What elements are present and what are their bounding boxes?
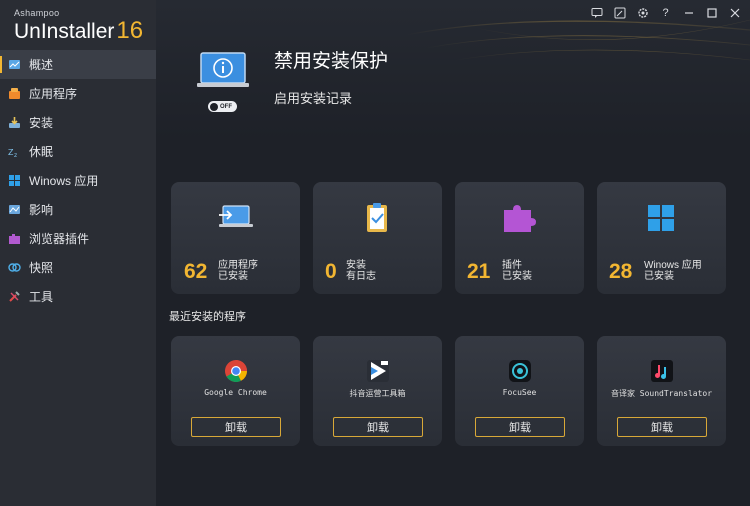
music-note-icon — [651, 360, 673, 382]
stat-label: 应用程序 已安装 — [218, 260, 258, 282]
sidebar-nav: 概述 应用程序 安装 Zz 休眠 Winows 应用 影响 浏览器插件 快照 工… — [0, 50, 156, 311]
settings-icon[interactable] — [635, 5, 650, 20]
stat-card-installs[interactable]: 0 安装 有日志 — [313, 182, 442, 294]
sidebar-item-label: 安装 — [29, 116, 54, 130]
brand-product: UnInstaller — [14, 20, 115, 43]
sleep-icon: Zz — [8, 145, 21, 158]
laptop-icon — [219, 205, 253, 227]
stat-label: Winows 应用 已安装 — [644, 260, 702, 282]
uninstall-button[interactable]: 卸载 — [475, 417, 565, 437]
sidebar: Ashampoo UnInstaller16 概述 应用程序 安装 Zz 休眠 … — [0, 0, 156, 506]
sidebar-item-overview[interactable]: 概述 — [0, 50, 156, 79]
tools-icon — [8, 290, 21, 303]
stat-label-line2: 有日志 — [346, 271, 376, 282]
stat-label: 安装 有日志 — [346, 260, 376, 282]
sidebar-item-label: 快照 — [29, 261, 54, 275]
app-card: Google Chrome 卸载 — [171, 336, 300, 446]
sidebar-item-label: 休眠 — [29, 145, 54, 159]
svg-text:z: z — [14, 152, 17, 158]
sidebar-item-label: 概述 — [29, 58, 54, 72]
main-content: ? OFF 禁用安装保护 启用安装记录 62 应用程序 已安装 0 安装 有日志… — [156, 0, 750, 506]
app-card: FocuSee 卸载 — [455, 336, 584, 446]
sidebar-item-label: 工具 — [29, 290, 54, 304]
stat-value: 62 — [184, 260, 208, 283]
feedback-icon[interactable] — [589, 5, 604, 20]
recent-apps-row: Google Chrome 卸载 抖音运营工具箱 卸载 FocuSee 卸载 音… — [171, 336, 726, 446]
stats-row: 62 应用程序 已安装 0 安装 有日志 21 插件 已安装 28 Winows… — [171, 182, 726, 294]
stat-label-line2: 已安装 — [644, 271, 674, 282]
stat-label-line2: 已安装 — [502, 271, 532, 282]
puzzle-icon — [504, 205, 536, 232]
sidebar-item-applications[interactable]: 应用程序 — [0, 79, 156, 108]
enable-install-log-link[interactable]: 启用安装记录 — [274, 88, 352, 107]
sidebar-item-label: 应用程序 — [29, 87, 78, 101]
toggle-knob — [210, 102, 218, 111]
help-icon[interactable]: ? — [658, 5, 673, 20]
titlebar-controls: ? — [589, 5, 742, 20]
app-card: 音译家 SoundTranslator 卸载 — [597, 336, 726, 446]
app-name: 抖音运营工具箱 — [349, 389, 406, 398]
windows-icon — [8, 174, 21, 187]
applications-icon — [8, 87, 21, 100]
clipboard-icon — [367, 203, 387, 232]
brand-version: 16 — [116, 17, 144, 44]
sidebar-item-label: 影响 — [29, 203, 54, 217]
stat-label-line2: 已安装 — [218, 271, 248, 282]
maximize-icon[interactable] — [704, 5, 719, 20]
toggle-label: OFF — [220, 103, 232, 110]
info-laptop-icon — [197, 52, 249, 87]
snapshot-icon — [8, 261, 21, 274]
stat-label: 插件 已安装 — [502, 260, 532, 282]
stat-label-line1: Winows 应用 — [644, 260, 702, 271]
install-icon — [8, 116, 21, 129]
impact-icon — [8, 203, 21, 216]
brand-title: UnInstaller16 — [14, 19, 143, 44]
brand-logo: Ashampoo UnInstaller16 — [14, 8, 143, 44]
app-name: Google Chrome — [204, 388, 267, 397]
uninstall-button[interactable]: 卸载 — [333, 417, 423, 437]
app-name: 音译家 SoundTranslator — [610, 389, 713, 398]
stat-value: 28 — [609, 260, 633, 283]
stat-label-line1: 安装 — [346, 260, 366, 271]
hero-title: 禁用安装保护 — [274, 51, 389, 72]
stat-card-plugins[interactable]: 21 插件 已安装 — [455, 182, 584, 294]
stat-card-windows-apps[interactable]: 28 Winows 应用 已安装 — [597, 182, 726, 294]
installation-protection-toggle[interactable]: OFF — [208, 101, 237, 112]
overview-icon — [8, 58, 21, 71]
sidebar-item-tools[interactable]: 工具 — [0, 282, 156, 311]
sidebar-item-impact[interactable]: 影响 — [0, 195, 156, 224]
sidebar-item-label: 浏览器插件 — [29, 232, 90, 246]
app-name: FocuSee — [502, 388, 537, 397]
close-icon[interactable] — [727, 5, 742, 20]
video-tool-icon — [367, 360, 389, 382]
uninstall-button[interactable]: 卸载 — [617, 417, 707, 437]
sidebar-item-browser-plugins[interactable]: 浏览器插件 — [0, 224, 156, 253]
chrome-icon — [225, 360, 247, 382]
stat-value: 21 — [467, 260, 491, 283]
minimize-icon[interactable] — [681, 5, 696, 20]
sidebar-item-sleep[interactable]: Zz 休眠 — [0, 137, 156, 166]
stat-card-applications[interactable]: 62 应用程序 已安装 — [171, 182, 300, 294]
focusee-icon — [509, 360, 531, 382]
sidebar-item-windows-apps[interactable]: Winows 应用 — [0, 166, 156, 195]
sidebar-item-snapshot[interactable]: 快照 — [0, 253, 156, 282]
browser-plugin-icon — [8, 232, 21, 245]
edit-icon[interactable] — [612, 5, 627, 20]
stat-label-line1: 插件 — [502, 260, 522, 271]
stat-value: 0 — [325, 260, 337, 283]
sidebar-item-install[interactable]: 安装 — [0, 108, 156, 137]
recent-section-title: 最近安装的程序 — [169, 311, 246, 323]
windows-icon — [648, 205, 674, 231]
uninstall-button[interactable]: 卸载 — [191, 417, 281, 437]
sidebar-item-label: Winows 应用 — [29, 174, 99, 188]
stat-label-line1: 应用程序 — [218, 260, 258, 271]
app-card: 抖音运营工具箱 卸载 — [313, 336, 442, 446]
